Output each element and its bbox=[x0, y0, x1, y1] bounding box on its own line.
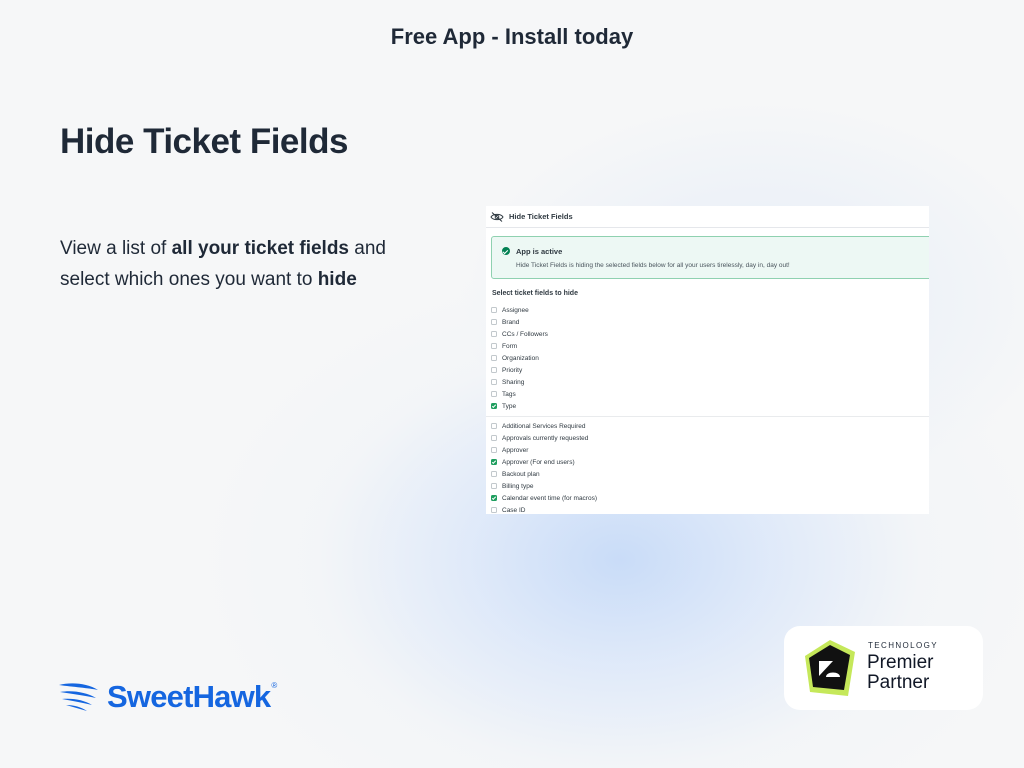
field-label: Billing type bbox=[502, 482, 534, 490]
field-row[interactable]: Case ID bbox=[491, 504, 929, 514]
field-row[interactable]: Approver (For end users) bbox=[491, 456, 929, 468]
field-row[interactable]: Brand bbox=[491, 316, 929, 328]
field-checkbox[interactable] bbox=[491, 447, 497, 453]
premier-partner-badge: TECHNOLOGY Premier Partner bbox=[784, 626, 983, 710]
field-row[interactable]: Calendar event time (for macros) bbox=[491, 492, 929, 504]
partner-premier: Premier bbox=[867, 652, 934, 673]
field-row[interactable]: Additional Services Required bbox=[491, 420, 929, 432]
field-checkbox[interactable] bbox=[491, 495, 497, 501]
description-text-1: View a list of bbox=[60, 238, 172, 259]
field-row[interactable]: Billing type bbox=[491, 480, 929, 492]
brand-name: SweetHawk bbox=[107, 679, 271, 714]
field-label: Backout plan bbox=[502, 470, 540, 478]
field-checkbox[interactable] bbox=[491, 367, 497, 373]
field-divider bbox=[486, 416, 929, 417]
section-label: Select ticket fields to hide bbox=[492, 290, 578, 297]
field-label: Case ID bbox=[502, 506, 526, 514]
eye-slash-icon bbox=[490, 211, 504, 222]
field-checkbox[interactable] bbox=[491, 343, 497, 349]
field-label: Approver bbox=[502, 446, 529, 454]
field-row[interactable]: Tags bbox=[491, 388, 929, 400]
partner-technology-label: TECHNOLOGY bbox=[868, 641, 939, 650]
field-row[interactable]: Organization bbox=[491, 352, 929, 364]
field-checkbox[interactable] bbox=[491, 379, 497, 385]
description-bold-2: hide bbox=[317, 269, 357, 290]
field-label: Tags bbox=[502, 390, 516, 398]
field-row[interactable]: Backout plan bbox=[491, 468, 929, 480]
page-title: Hide Ticket Fields bbox=[60, 122, 348, 161]
field-checkbox[interactable] bbox=[491, 471, 497, 477]
field-checkbox[interactable] bbox=[491, 307, 497, 313]
system-field-list: Assignee Brand CCs / Followers Form Organiza… bbox=[491, 304, 929, 412]
alert-title: App is active bbox=[516, 247, 563, 256]
custom-field-list: Additional Services Required Approvals cu… bbox=[491, 420, 929, 514]
field-list: Assignee Brand CCs / Followers Form Organiza… bbox=[486, 304, 929, 514]
field-checkbox[interactable] bbox=[491, 319, 497, 325]
app-header-title: Hide Ticket Fields bbox=[509, 212, 573, 221]
field-row[interactable]: Priority bbox=[491, 364, 929, 376]
field-label: CCs / Followers bbox=[502, 330, 548, 338]
field-row[interactable]: Approver bbox=[491, 444, 929, 456]
field-row[interactable]: Type bbox=[491, 400, 929, 412]
field-label: Type bbox=[502, 402, 517, 410]
field-label: Additional Services Required bbox=[502, 422, 586, 430]
field-label: Brand bbox=[502, 318, 520, 326]
check-circle-icon bbox=[502, 247, 510, 255]
zendesk-logo-icon bbox=[805, 640, 855, 696]
field-label: Sharing bbox=[502, 378, 525, 386]
field-label: Form bbox=[502, 342, 518, 350]
field-row[interactable]: Form bbox=[491, 340, 929, 352]
field-label: Assignee bbox=[502, 306, 529, 314]
field-label: Organization bbox=[502, 354, 539, 362]
field-label: Approvals currently requested bbox=[502, 434, 589, 442]
field-label: Priority bbox=[502, 366, 523, 374]
field-checkbox[interactable] bbox=[491, 483, 497, 489]
partner-partner: Partner bbox=[867, 672, 930, 693]
field-checkbox[interactable] bbox=[491, 459, 497, 465]
field-checkbox[interactable] bbox=[491, 403, 497, 409]
feature-description: View a list of all your ticket fields an… bbox=[60, 233, 440, 295]
field-row[interactable]: Assignee bbox=[491, 304, 929, 316]
field-label: Calendar event time (for macros) bbox=[502, 494, 598, 502]
sweethawk-logo: SweetHawk ® bbox=[59, 677, 277, 717]
description-bold-1: all your ticket fields bbox=[171, 238, 349, 259]
alert-text: Hide Ticket Fields is hiding the selecte… bbox=[516, 262, 790, 269]
registered-mark: ® bbox=[271, 680, 278, 690]
app-screenshot: Hide Ticket Fields App is active Hide Ti… bbox=[486, 206, 929, 514]
field-checkbox[interactable] bbox=[491, 423, 497, 429]
field-row[interactable]: Sharing bbox=[491, 376, 929, 388]
field-checkbox[interactable] bbox=[491, 355, 497, 361]
field-row[interactable]: CCs / Followers bbox=[491, 328, 929, 340]
active-alert: App is active Hide Ticket Fields is hidi… bbox=[491, 236, 929, 279]
app-header: Hide Ticket Fields bbox=[486, 206, 929, 228]
field-checkbox[interactable] bbox=[491, 507, 497, 513]
field-label: Approver (For end users) bbox=[502, 458, 575, 466]
top-banner: Free App - Install today bbox=[390, 24, 634, 49]
sweethawk-wing-icon bbox=[59, 683, 98, 711]
field-row[interactable]: Approvals currently requested bbox=[491, 432, 929, 444]
field-checkbox[interactable] bbox=[491, 331, 497, 337]
field-checkbox[interactable] bbox=[491, 391, 497, 397]
field-checkbox[interactable] bbox=[491, 435, 497, 441]
